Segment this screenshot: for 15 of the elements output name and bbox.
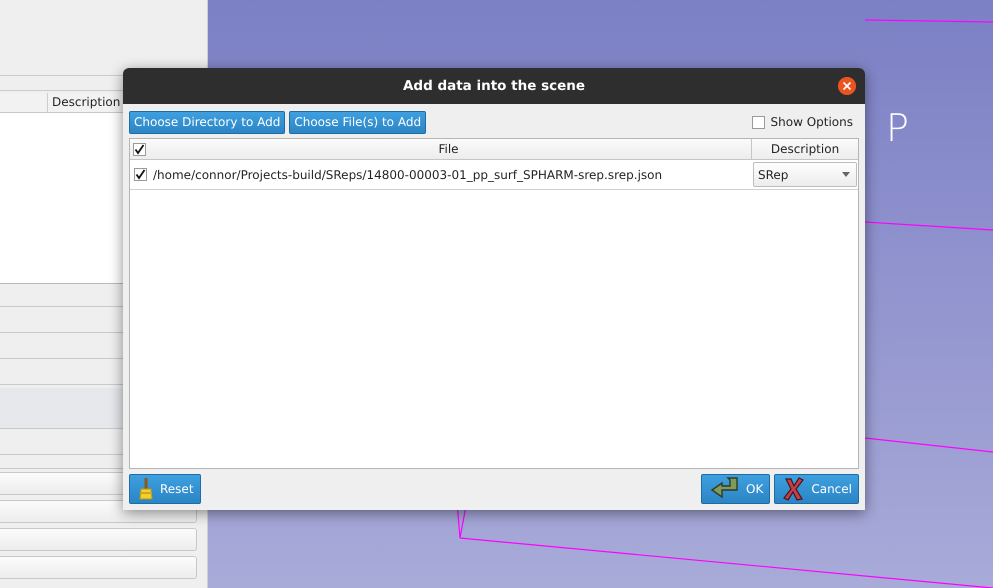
axis-label: P <box>886 106 909 150</box>
column-header[interactable]: Description <box>751 139 858 159</box>
close-icon[interactable] <box>838 77 856 95</box>
checkbox[interactable] <box>752 116 764 128</box>
description-dropdown[interactable]: SRep <box>753 162 857 187</box>
dropdown-arrow-icon <box>842 172 850 177</box>
row-checkbox[interactable] <box>134 168 147 181</box>
broom-icon <box>138 478 154 500</box>
cross-icon <box>783 476 806 500</box>
window-title: Add data into the scene <box>402 78 586 94</box>
column-header[interactable]: Description <box>48 93 124 112</box>
checkbox-label[interactable]: Show Options <box>770 115 853 129</box>
column-header[interactable]: File <box>146 142 751 156</box>
file-path: /home/connor/Projects-build/SReps/14800-00003-01_pp_surf_SPHARM-srep.srep.json <box>153 168 662 182</box>
select-all-checkbox[interactable] <box>133 142 146 156</box>
